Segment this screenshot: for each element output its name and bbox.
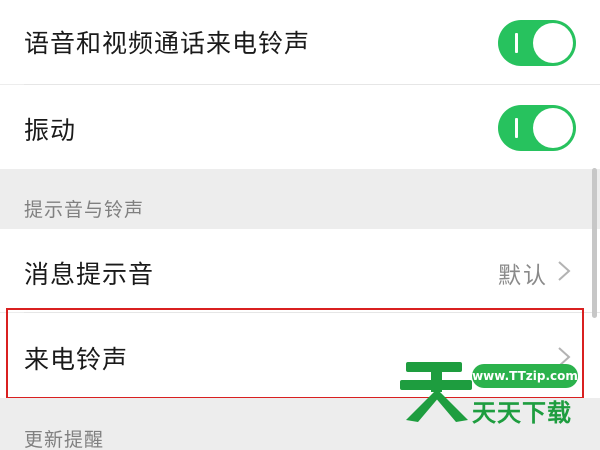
vibration-toggle[interactable] xyxy=(498,105,576,151)
scrollbar[interactable] xyxy=(592,168,597,318)
call-ringtone-label: 语音和视频通话来电铃声 xyxy=(24,29,311,58)
vibration-row[interactable]: 振动 xyxy=(0,85,600,169)
message-sound-label: 消息提示音 xyxy=(24,260,155,289)
call-ringtone-toggle[interactable] xyxy=(498,20,576,66)
toggle-knob xyxy=(533,23,573,63)
chevron-right-icon xyxy=(558,261,571,281)
toggle-on-indicator xyxy=(515,118,518,138)
watermark-url: www.TTzip.com xyxy=(472,364,578,388)
call-ringtone-row[interactable]: 语音和视频通话来电铃声 xyxy=(0,0,600,84)
message-sound-row[interactable]: 消息提示音 默认 xyxy=(0,229,600,312)
watermark-logo xyxy=(400,362,472,422)
section-title-sounds: 提示音与铃声 xyxy=(24,199,145,221)
section-title-updates: 更新提醒 xyxy=(24,429,105,450)
toggle-knob xyxy=(533,108,573,148)
message-sound-value: 默认 xyxy=(498,263,548,289)
toggle-on-indicator xyxy=(515,33,518,53)
watermark-name: 天天下载 xyxy=(472,399,572,427)
section-header-sounds: 提示音与铃声 xyxy=(0,169,600,229)
vibration-label: 振动 xyxy=(24,116,77,145)
